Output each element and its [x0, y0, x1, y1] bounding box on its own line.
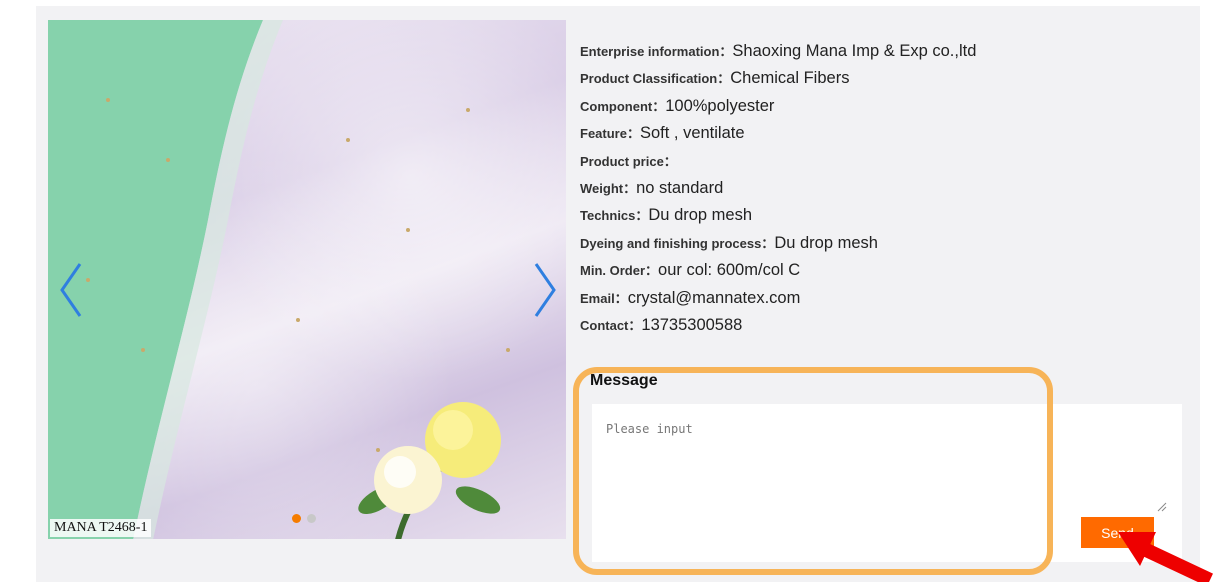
detail-row-classification: Product Classification：Chemical Fibers [580, 65, 1180, 92]
detail-label: Feature： [580, 126, 640, 142]
product-details: Enterprise information：Shaoxing Mana Imp… [580, 38, 1180, 339]
detail-value: Du drop mesh [774, 233, 878, 252]
resize-grip-icon[interactable] [1155, 500, 1167, 512]
detail-label: Dyeing and finishing process： [580, 235, 775, 251]
send-button[interactable]: Send [1081, 517, 1154, 548]
carousel-dot-2[interactable] [307, 514, 316, 523]
detail-value: 100%polyester [665, 96, 775, 115]
detail-row-feature: Feature：Soft , ventilate [580, 120, 1180, 147]
carousel-dots [292, 514, 316, 523]
detail-value: Shaoxing Mana Imp & Exp co.,ltd [732, 42, 977, 60]
carousel-next-button[interactable] [530, 260, 560, 320]
detail-row-price: Product price： [580, 148, 1180, 175]
detail-label: Component： [580, 98, 666, 114]
detail-value: crystal@mannatex.com [627, 288, 801, 307]
detail-label: Min. Order： [580, 263, 659, 279]
detail-label: Product Classification： [580, 71, 731, 87]
product-image-carousel[interactable]: MANA T2468-1 [48, 20, 566, 539]
flower-bouquet [358, 402, 501, 539]
detail-row-technics: Technics：Du drop mesh [580, 202, 1180, 229]
detail-row-min-order: Min. Order：our col: 600m/col C [580, 257, 1180, 284]
detail-row-weight: Weight：no standard [580, 175, 1180, 202]
detail-value: 13735300588 [641, 315, 743, 334]
detail-label: Contact： [580, 317, 642, 333]
detail-label: Technics： [580, 208, 649, 224]
chevron-left-icon [60, 263, 82, 317]
detail-label: Enterprise information： [580, 44, 733, 59]
detail-label: Email： [580, 290, 628, 306]
detail-label: Product price： [580, 153, 677, 169]
message-title: Message [590, 372, 658, 389]
detail-row-contact: Contact：13735300588 [580, 312, 1180, 339]
carousel-dot-1[interactable] [292, 514, 301, 523]
detail-row-component: Component：100%polyester [580, 93, 1180, 120]
carousel-prev-button[interactable] [56, 260, 86, 320]
detail-value: Soft , ventilate [639, 124, 745, 143]
detail-row-email: Email：crystal@mannatex.com [580, 285, 1180, 312]
detail-value: Du drop mesh [648, 206, 753, 225]
detail-row-enterprise: Enterprise information：Shaoxing Mana Imp… [580, 38, 1180, 65]
detail-label: Weight： [580, 180, 637, 196]
detail-value: Chemical Fibers [730, 69, 850, 88]
detail-value: our col: 600m/col C [658, 261, 801, 280]
image-caption: MANA T2468-1 [50, 519, 152, 537]
chevron-right-icon [534, 263, 556, 317]
detail-row-dyeing: Dyeing and finishing process：Du drop mes… [580, 230, 1180, 257]
detail-value: no standard [636, 178, 724, 197]
